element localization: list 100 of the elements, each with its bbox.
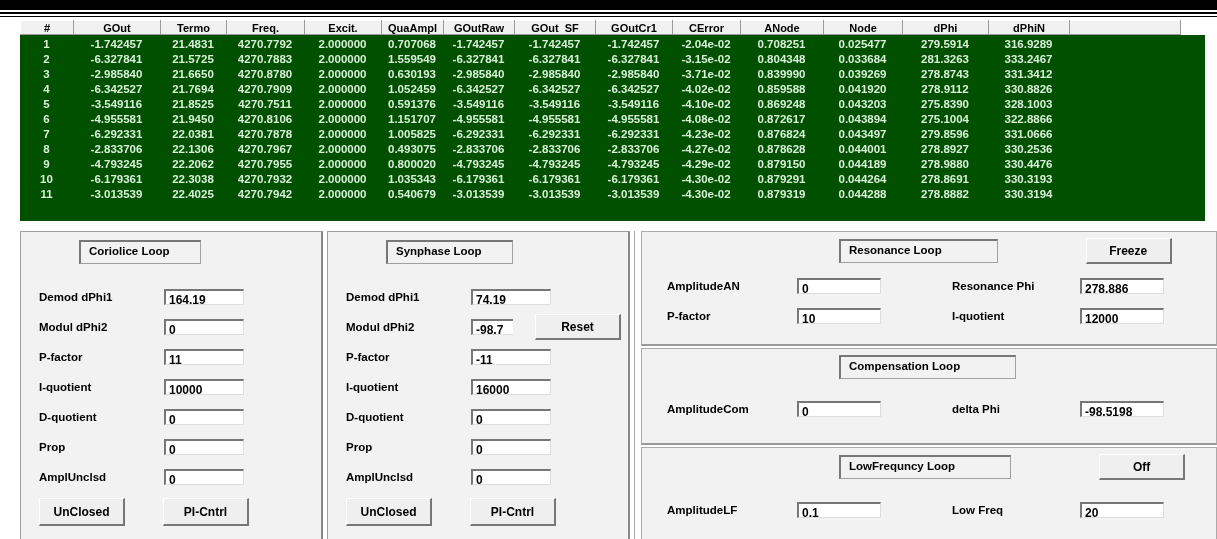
mode-button[interactable]: UnClosed: [39, 498, 125, 526]
table-cell-text: -6.179361: [89, 172, 144, 187]
mode-button[interactable]: UnClosed: [346, 498, 432, 526]
table-cell-text: -2.985840: [451, 67, 506, 82]
column-header[interactable]: GOut: [73, 20, 161, 35]
table-cell-text: 0.044288: [837, 187, 888, 202]
table-cell-text: 331.0666: [1003, 127, 1054, 142]
table-cell-text: 0.025477: [837, 37, 888, 52]
column-header[interactable]: GOutRaw: [443, 20, 515, 35]
input-field[interactable]: 0: [164, 319, 244, 335]
table-cell-text: -3.013539: [527, 187, 582, 202]
table-cell-text: 2.000000: [317, 142, 368, 157]
table-cell-text: 4270.7792: [236, 37, 294, 52]
table-cell-text: -3.013539: [606, 187, 661, 202]
field-label: P-factor: [667, 310, 712, 322]
table-cell-text: 278.9112: [920, 82, 970, 97]
input-field[interactable]: 10000: [164, 379, 244, 395]
input-field[interactable]: 12000: [1080, 308, 1164, 324]
input-field[interactable]: 278.886: [1080, 278, 1164, 294]
table-cell-text: 275.8390: [920, 97, 970, 112]
table-cell-text: 4270.7878: [236, 127, 294, 142]
column-header[interactable]: QuaAmpl: [381, 20, 444, 35]
table-cell-text: 322.8866: [1003, 112, 1054, 127]
table-cell-text: 330.4476: [1003, 157, 1054, 172]
input-field[interactable]: 0: [164, 439, 244, 455]
mode-button[interactable]: PI-Cntrl: [470, 498, 556, 526]
input-field[interactable]: 11: [164, 349, 244, 365]
table-cell-text: 0.872617: [756, 112, 807, 127]
field-label: AmplitudeCom: [667, 403, 750, 415]
column-header[interactable]: dPhiN: [988, 20, 1070, 35]
table-cell-text: 330.8826: [1003, 82, 1054, 97]
table-cell-text: -6.292331: [451, 127, 506, 142]
table-cell-text: -4.30e-02: [680, 172, 732, 187]
column-header[interactable]: Node: [823, 20, 903, 35]
table-cell-text: 9: [42, 157, 51, 172]
input-field[interactable]: -98.7: [471, 319, 513, 335]
table-cell-text: 2.000000: [317, 157, 368, 172]
column-header[interactable]: ANode: [740, 20, 824, 35]
column-header[interactable]: CError: [672, 20, 741, 35]
column-header[interactable]: #: [20, 20, 74, 35]
table-cell-text: -4.27e-02: [680, 142, 732, 157]
input-field[interactable]: 0: [471, 439, 551, 455]
table-cell-text: -6.342527: [527, 82, 582, 97]
field-label: Resonance Phi: [952, 280, 1036, 292]
table-cell-text: 278.9880: [920, 157, 970, 172]
column-header[interactable]: Excit.: [304, 20, 382, 35]
input-field[interactable]: 0: [471, 469, 551, 485]
input-field[interactable]: -11: [471, 349, 551, 365]
table-cell-text: 0.879150: [756, 157, 807, 172]
mode-button[interactable]: PI-Cntrl: [163, 498, 249, 526]
input-field[interactable]: 164.19: [164, 289, 244, 305]
input-field[interactable]: -98.5198: [1080, 401, 1164, 417]
toggle-button[interactable]: Off: [1099, 454, 1186, 480]
table-cell-text: -6.327841: [451, 52, 506, 67]
table-cell-text: -2.833706: [89, 142, 144, 157]
field-label: I-quotient: [952, 310, 1006, 322]
table-cell-text: -4.23e-02: [680, 127, 732, 142]
table-cell-text: -3.549116: [606, 97, 661, 112]
table-cell-text: -4.30e-02: [680, 187, 732, 202]
column-header[interactable]: GOutCr1: [595, 20, 673, 35]
table-cell-text: 4270.7942: [236, 187, 294, 202]
table-cell-text: 4270.7955: [236, 157, 294, 172]
input-field[interactable]: 0: [164, 409, 244, 425]
table-cell-text: -2.833706: [527, 142, 582, 157]
table-cell-text: 4270.7967: [236, 142, 294, 157]
input-field[interactable]: 0.1: [797, 502, 881, 518]
table-cell-text: -4.793245: [89, 157, 144, 172]
table-cell-text: -6.179361: [451, 172, 506, 187]
input-field[interactable]: 0: [471, 409, 551, 425]
input-field[interactable]: 74.19: [471, 289, 551, 305]
table-cell-text: 0.041920: [837, 82, 888, 97]
input-field[interactable]: 0: [797, 278, 881, 294]
table-cell-text: 2.000000: [317, 187, 368, 202]
table-cell-text: 0.869248: [756, 97, 807, 112]
column-header[interactable]: Freq.: [226, 20, 305, 35]
table-cell-text: -2.985840: [89, 67, 144, 82]
column-header[interactable]: GOut SF: [514, 20, 596, 35]
group-title: Synphase Loop: [386, 240, 513, 264]
input-field[interactable]: 20: [1080, 502, 1164, 518]
column-header[interactable]: Termo: [160, 20, 227, 35]
field-label: I-quotient: [39, 381, 93, 393]
toggle-button[interactable]: Freeze: [1085, 238, 1172, 264]
column-header[interactable]: dPhi: [902, 20, 989, 35]
field-label: Modul dPhi2: [346, 321, 416, 333]
input-field[interactable]: 0: [164, 469, 244, 485]
input-field[interactable]: 0: [797, 401, 881, 417]
table-cell-text: 3: [42, 67, 51, 82]
table-cell-text: 22.0381: [171, 127, 215, 142]
table-cell-text: 22.1306: [171, 142, 215, 157]
input-field[interactable]: 16000: [471, 379, 551, 395]
table-cell-text: -4.08e-02: [680, 112, 732, 127]
input-field[interactable]: 10: [797, 308, 881, 324]
table-cell-text: 1.052459: [387, 82, 437, 97]
table-cell-text: -1.742457: [606, 37, 661, 52]
table-cell-text: 21.5725: [171, 52, 215, 67]
table-cell-text: -6.327841: [606, 52, 661, 67]
reset-button[interactable]: Reset: [535, 314, 621, 340]
table-cell-text: 0.044001: [837, 142, 888, 157]
table-cell-text: 279.5914: [920, 37, 970, 52]
table-cell-text: -3.013539: [89, 187, 144, 202]
